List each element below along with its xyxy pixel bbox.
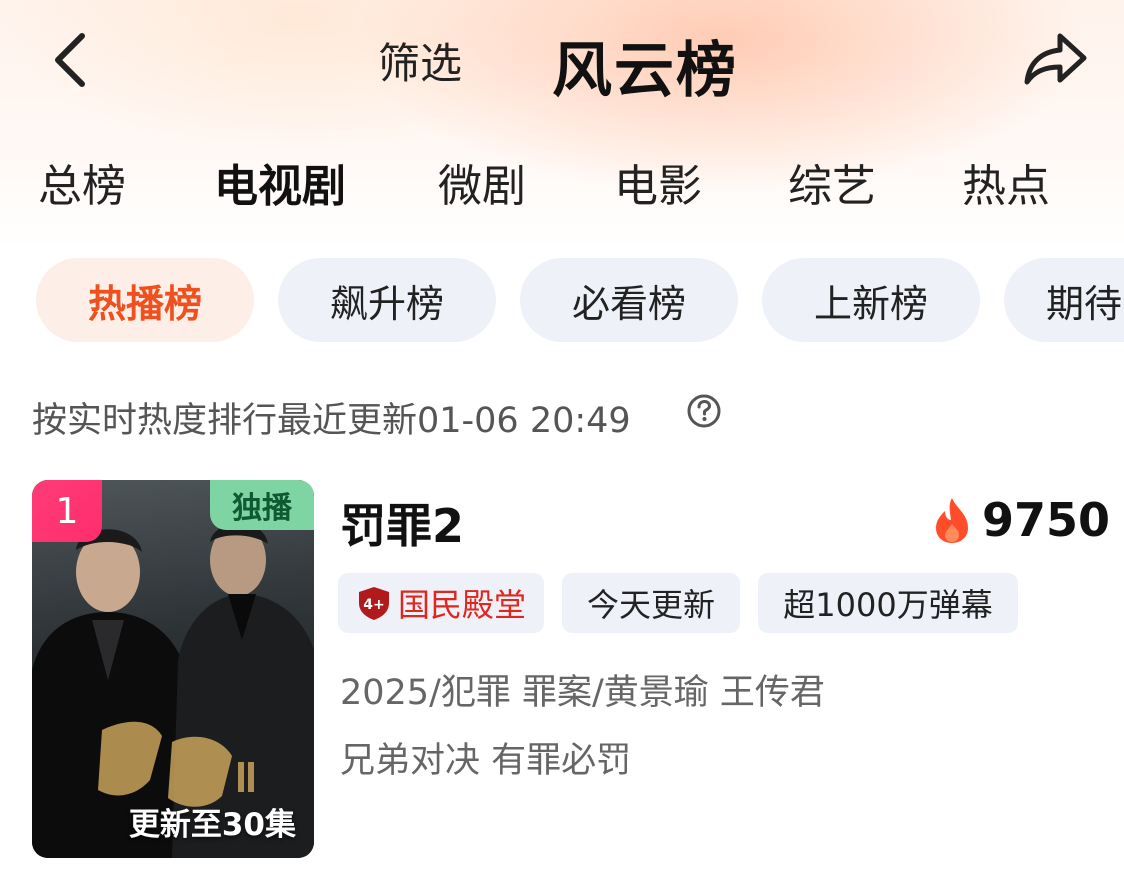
rank-info-text: 按实时热度排行最近更新01-06 20:49 [32, 401, 631, 441]
show-slogan: 兄弟对决 有罪必罚 [340, 741, 632, 781]
header-bar: 筛选 风云榜 [0, 0, 1124, 125]
chip-anticipated[interactable]: 期待 [1004, 258, 1124, 342]
danmaku-tag: 超1000万弹幕 [758, 573, 1018, 633]
update-tag: 今天更新 [562, 573, 740, 633]
exclusive-badge: 独播 [210, 480, 314, 530]
back-button[interactable] [48, 28, 96, 92]
tab-tv-series[interactable]: 电视剧 [214, 150, 346, 214]
share-arrow-icon [1024, 33, 1087, 85]
tab-variety[interactable]: 综艺 [788, 150, 876, 214]
heat-value: 9750 [982, 493, 1111, 547]
chip-must-watch[interactable]: 必看榜 [520, 258, 738, 342]
category-tabs: 总榜 电视剧 微剧 电影 综艺 热点 [0, 150, 1124, 214]
honor-tag-label: 国民殿堂 [397, 586, 526, 624]
filter-button[interactable]: 筛选 [378, 30, 462, 91]
chip-rising[interactable]: 飙升榜 [278, 258, 496, 342]
page-title: 风云榜 [552, 36, 738, 106]
episode-progress: 更新至30集 [128, 807, 296, 843]
list-item[interactable]: 1 独播 更新至30集 罚罪2 9750 4+ 国民殿堂 今天更新 超1000万… [0, 480, 1124, 860]
chip-hot-play[interactable]: 热播榜 [36, 258, 254, 342]
question-circle-icon[interactable] [686, 393, 722, 429]
honor-tag: 4+ 国民殿堂 [338, 573, 544, 633]
share-button[interactable] [1022, 30, 1088, 88]
heat-score: 9750 [932, 490, 1110, 550]
rank-badge: 1 [32, 480, 102, 542]
poster-image[interactable]: 1 独播 更新至30集 [32, 480, 314, 858]
show-title[interactable]: 罚罪2 [340, 490, 464, 556]
chip-new[interactable]: 上新榜 [762, 258, 980, 342]
svg-text:4+: 4+ [363, 597, 384, 613]
sub-tabs: 热播榜 飙升榜 必看榜 上新榜 期待 [0, 258, 1124, 342]
tab-overall[interactable]: 总榜 [38, 150, 126, 214]
chevron-left-icon [55, 33, 85, 87]
fire-icon [936, 498, 968, 543]
tab-movie[interactable]: 电影 [614, 150, 702, 214]
shield-badge-icon: 4+ [358, 587, 389, 620]
tab-hot[interactable]: 热点 [962, 150, 1050, 214]
show-meta: 2025/犯罪 罪案/黄景瑜 王传君 [340, 673, 825, 713]
tab-micro-drama[interactable]: 微剧 [438, 150, 526, 214]
